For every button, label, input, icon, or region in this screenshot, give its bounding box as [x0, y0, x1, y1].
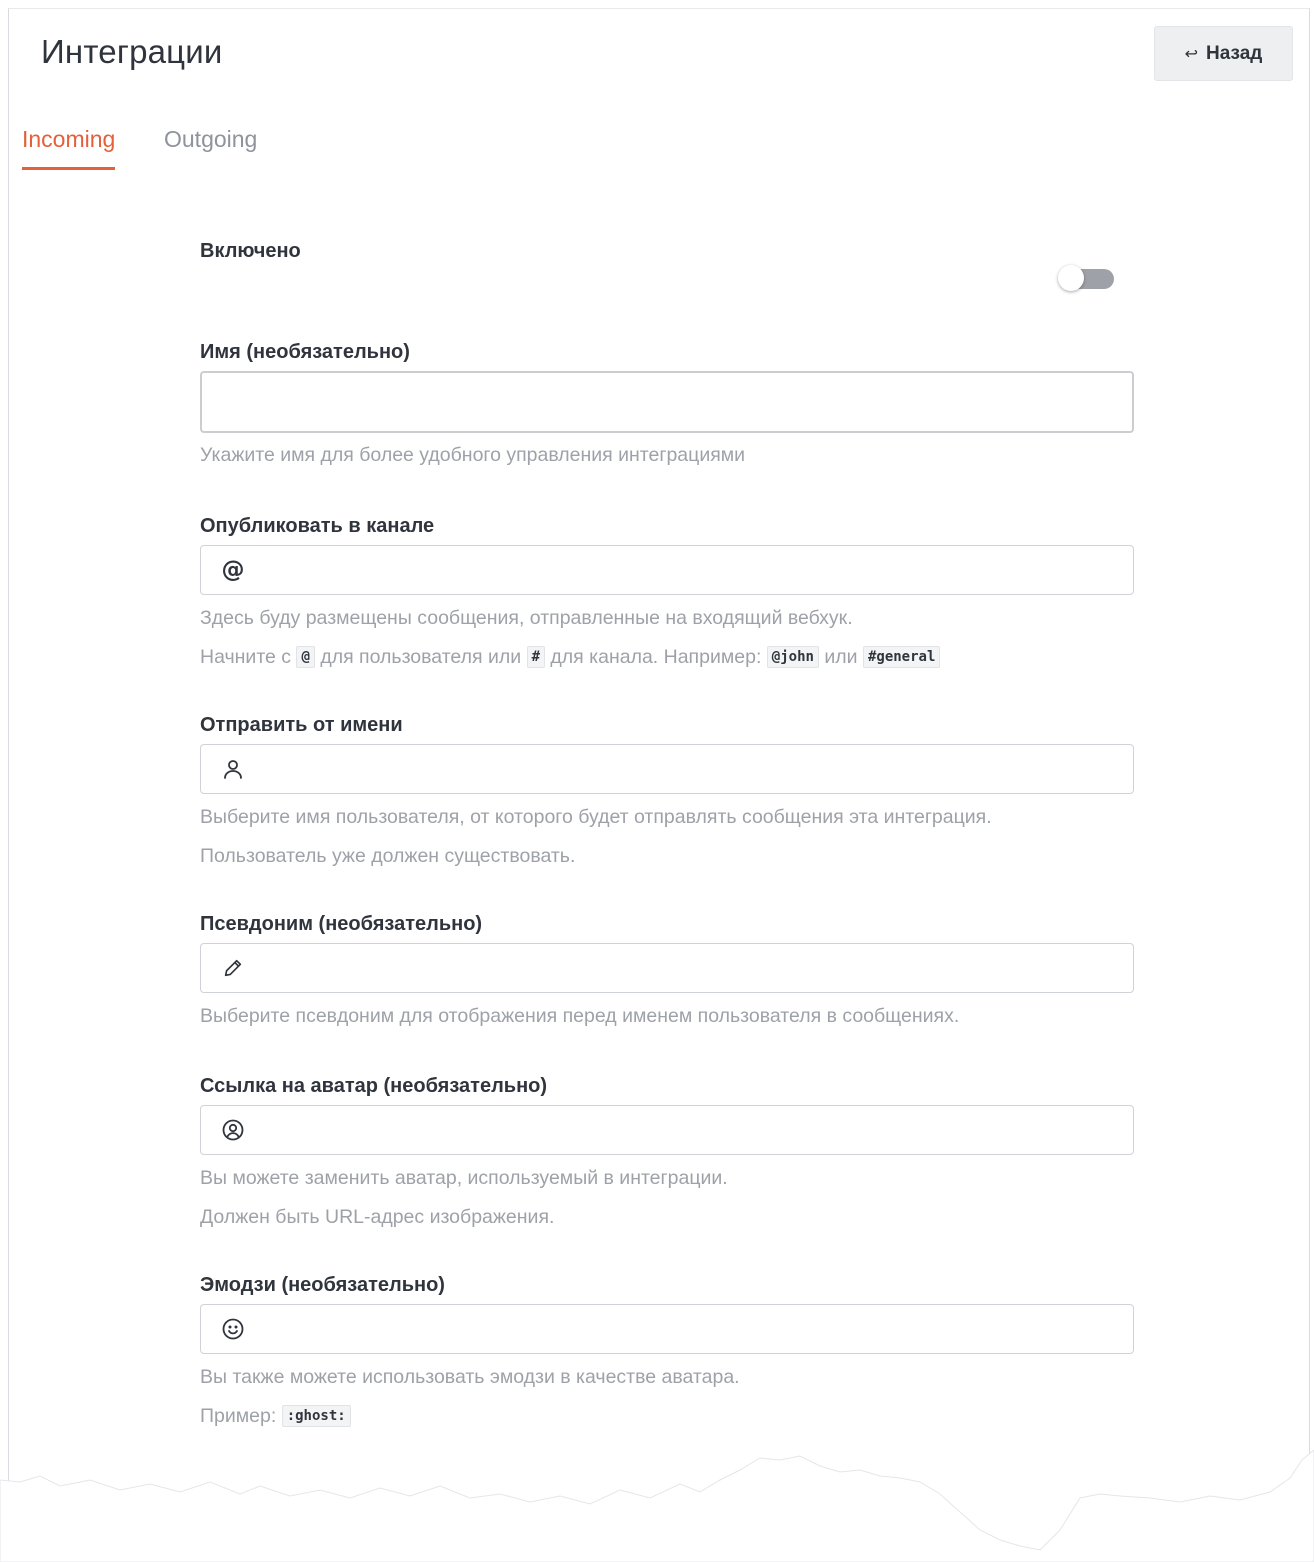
code-at: @: [296, 646, 315, 668]
code-hash: #: [526, 646, 545, 668]
code-ghost: :ghost:: [281, 1405, 351, 1427]
emoji-field: Эмодзи (необязательно) Вы также можете и…: [200, 1274, 1134, 1434]
name-field: Имя (необязательно) Укажите имя для боле…: [200, 341, 1134, 471]
alias-input-wrapper: [200, 943, 1134, 993]
channel-label: Опубликовать в канале: [200, 515, 435, 537]
post-as-hint-2: Пользователь уже должен существовать.: [200, 845, 576, 867]
channel-input[interactable]: [201, 546, 1133, 594]
emoji-hint-2: Пример: :ghost:: [200, 1404, 351, 1428]
name-hint: Укажите имя для более удобного управлени…: [200, 444, 746, 466]
channel-input-wrapper: @: [200, 545, 1134, 595]
back-button[interactable]: ↩ Назад: [1154, 26, 1293, 81]
avatar-hint-2: Должен быть URL-адрес изображения.: [200, 1206, 555, 1228]
torn-edge-decoration: [0, 1450, 1314, 1562]
enabled-field: Включено: [200, 240, 1134, 300]
channel-hint-2: Начните с @ для пользователя или # для к…: [200, 645, 941, 669]
code-john: @john: [766, 646, 819, 668]
page-title: Интеграции: [41, 33, 223, 70]
tab-incoming[interactable]: Incoming: [22, 126, 116, 170]
back-arrow-icon: ↩: [1184, 45, 1199, 63]
hint-text: Начните с: [200, 646, 292, 668]
post-as-input[interactable]: [201, 745, 1133, 793]
avatar-field: Ссылка на аватар (необязательно) Вы може…: [200, 1075, 1134, 1235]
hint-text: для канала. Например:: [550, 646, 762, 668]
back-button-label: Назад: [1206, 42, 1263, 64]
emoji-label: Эмодзи (необязательно): [200, 1274, 445, 1296]
page-header: Интеграции ↩ Назад: [0, 0, 1314, 110]
hint-text: или: [824, 646, 858, 668]
emoji-hint-1: Вы также можете использовать эмодзи в ка…: [200, 1366, 740, 1388]
emoji-input-wrapper: [200, 1304, 1134, 1354]
post-as-input-wrapper: [200, 744, 1134, 794]
alias-input[interactable]: [201, 944, 1133, 992]
name-input-wrapper: [200, 371, 1134, 433]
at-icon: @: [221, 557, 245, 583]
avatar-input[interactable]: [201, 1106, 1133, 1154]
avatar-hint-1: Вы можете заменить аватар, используемый …: [200, 1167, 728, 1189]
post-as-field: Отправить от имени Выберите имя пользова…: [200, 714, 1134, 874]
code-general: #general: [862, 646, 941, 668]
channel-field: Опубликовать в канале @ Здесь буду разме…: [200, 515, 1134, 675]
alias-field: Псевдоним (необязательно) Выберите псевд…: [200, 913, 1134, 1033]
enabled-toggle[interactable]: [1058, 265, 1114, 291]
emoji-input[interactable]: [201, 1305, 1133, 1353]
hint-text: Пример:: [200, 1405, 277, 1427]
toggle-knob: [1058, 265, 1084, 291]
name-input[interactable]: [202, 373, 1132, 431]
alias-hint: Выберите псевдоним для отображения перед…: [200, 1005, 960, 1027]
alias-label: Псевдоним (необязательно): [200, 913, 483, 935]
avatar-label: Ссылка на аватар (необязательно): [200, 1075, 548, 1097]
emoji-icon: [221, 1317, 245, 1341]
enabled-label: Включено: [200, 240, 301, 262]
name-label: Имя (необязательно): [200, 341, 410, 363]
pencil-icon: [221, 956, 245, 980]
post-as-hint-1: Выберите имя пользователя, от которого б…: [200, 806, 992, 828]
avatar-icon: [221, 1118, 245, 1142]
user-icon: [221, 757, 245, 781]
avatar-input-wrapper: [200, 1105, 1134, 1155]
hint-text: для пользователя или: [320, 646, 522, 668]
channel-hint-1: Здесь буду размещены сообщения, отправле…: [200, 607, 853, 629]
tab-outgoing[interactable]: Outgoing: [164, 126, 257, 167]
post-as-label: Отправить от имени: [200, 714, 403, 736]
